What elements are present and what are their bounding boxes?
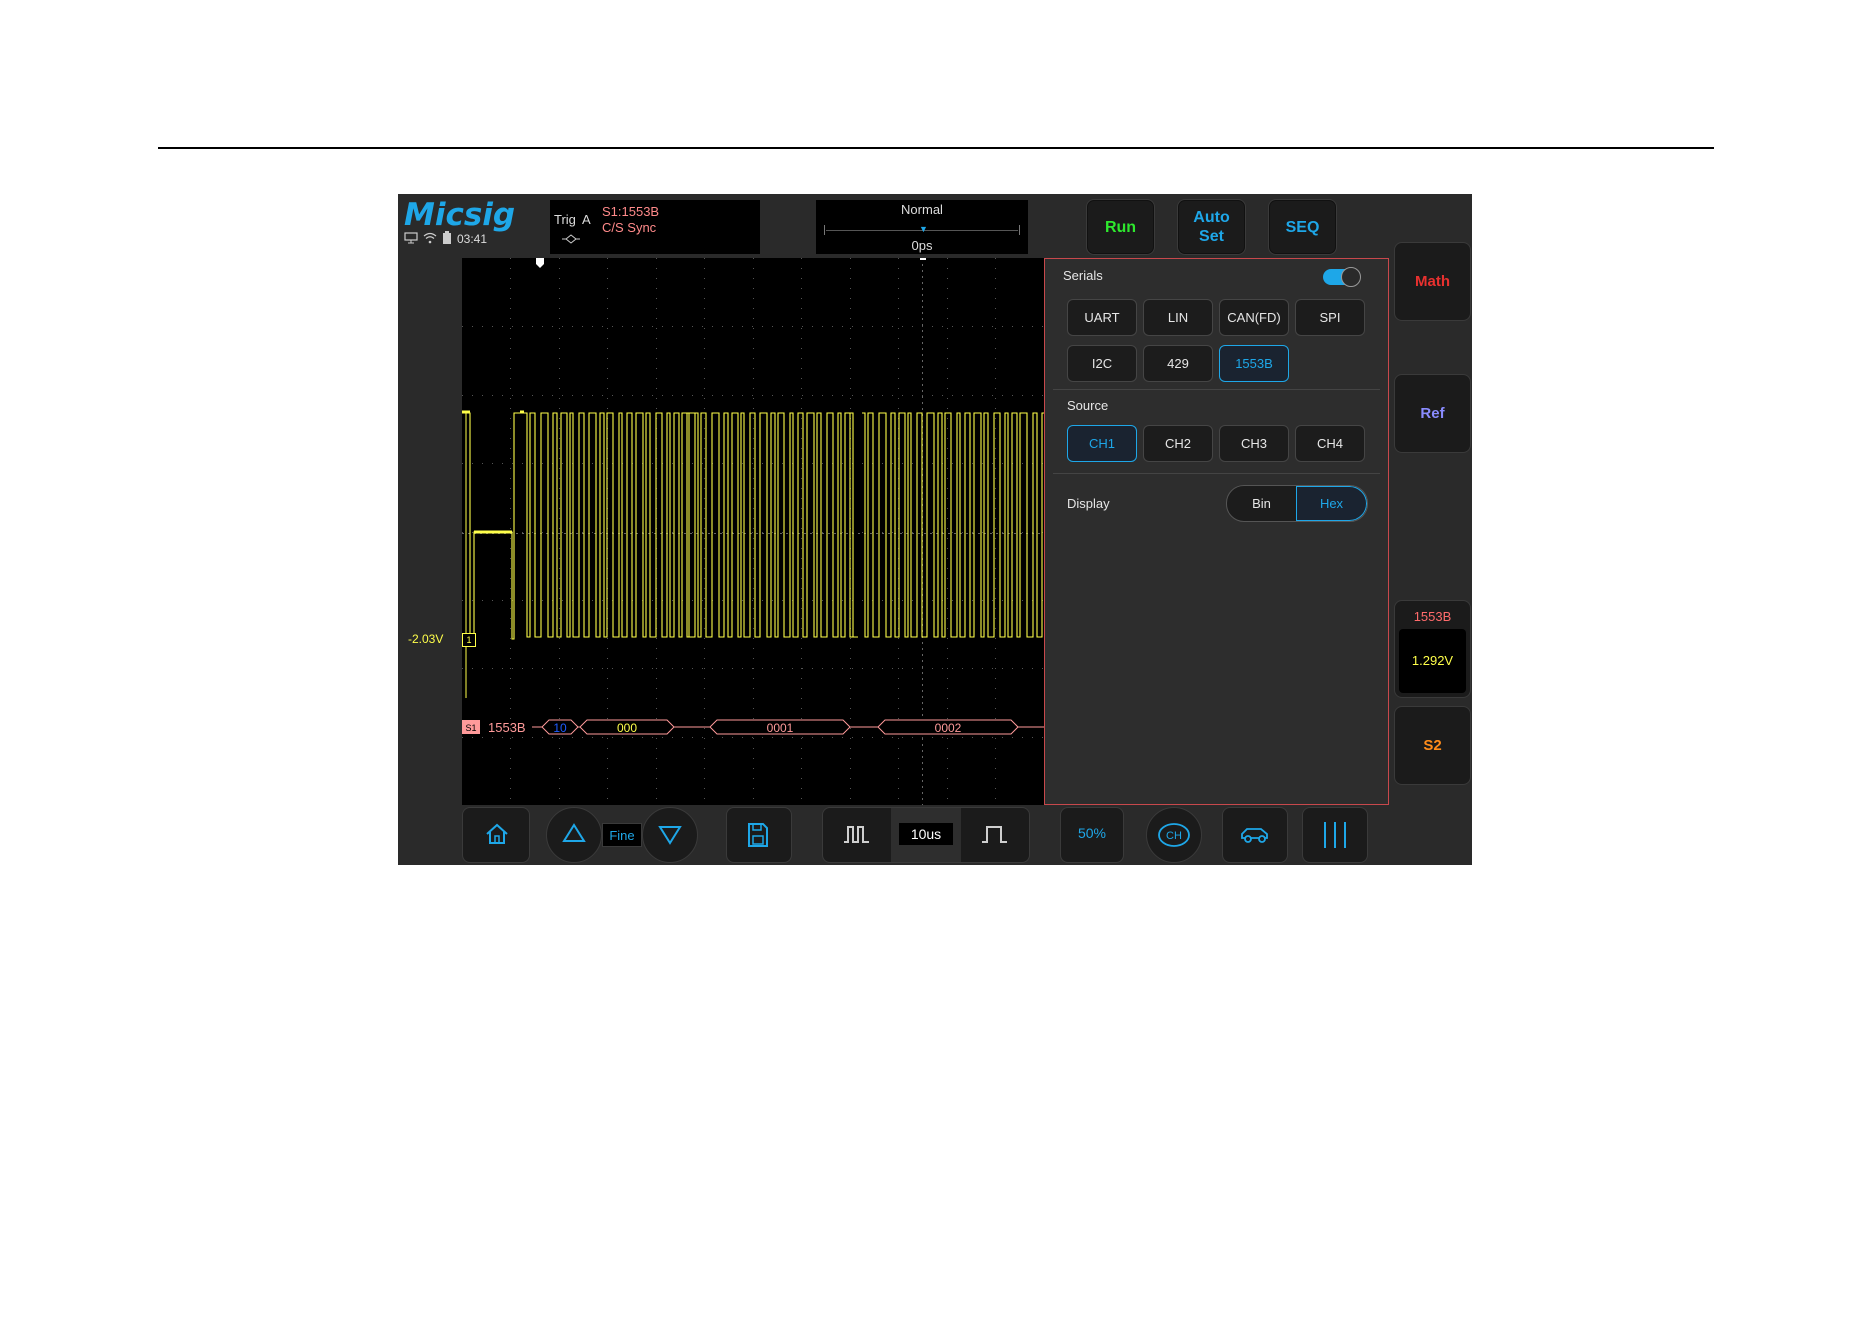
channel-level-label: -2.03V [408, 632, 444, 646]
protocol-1553b-button[interactable]: 1553B [1219, 345, 1289, 382]
timeline-right-bound [1017, 225, 1020, 235]
wifi-icon [423, 232, 437, 246]
timebase-control: 10us [822, 807, 1030, 863]
display-format-toggle[interactable]: Bin Hex [1226, 485, 1368, 522]
decode-frame-label: 000 [617, 721, 637, 735]
waveform-grid: S1 1553B 10 000 0001 0002 [462, 258, 1044, 805]
save-icon [747, 822, 769, 854]
display-hex-option[interactable]: Hex [1296, 486, 1367, 521]
car-icon [1239, 824, 1271, 850]
fine-toggle[interactable]: Fine [602, 823, 642, 847]
display-bin-option[interactable]: Bin [1227, 486, 1296, 521]
triangle-up-icon [562, 823, 586, 842]
horizontal-offset: 0ps [911, 238, 933, 253]
ch1-level-marker[interactable]: 1 [462, 633, 476, 647]
monitor-icon [404, 232, 418, 246]
status-bar: 03:41 [404, 230, 487, 248]
decode-value-box: 1.292V [1399, 629, 1466, 693]
decode-frame-label: 0001 [767, 721, 794, 735]
ref-button[interactable]: Ref [1394, 374, 1471, 453]
triangle-down-icon [658, 826, 682, 845]
trigger-channel: A [582, 212, 591, 227]
ch1-waveform [462, 412, 1044, 642]
decode-channel-label: 1553B [1413, 609, 1452, 624]
math-button[interactable]: Math [1394, 242, 1471, 321]
probe-button[interactable] [1222, 807, 1288, 863]
protocol-i2c-button[interactable]: I2C [1067, 345, 1137, 382]
source-ch4-button[interactable]: CH4 [1295, 425, 1365, 462]
serial-decode-panel: Serials UART LIN CAN(FD) SPI I2C 429 155… [1044, 258, 1389, 805]
timebase-display: 10us [891, 808, 961, 862]
decode-frame-label: 10 [553, 721, 567, 735]
channel-button[interactable]: CH [1146, 807, 1202, 863]
decode-channel-box[interactable]: 1553B 1.292V [1394, 600, 1471, 698]
trigger-position-marker [536, 258, 544, 268]
channel-auto-icon: CH [1158, 823, 1190, 847]
battery-icon [442, 231, 452, 247]
decode-threshold-value: 1.292V [1411, 653, 1454, 668]
seq-button[interactable]: SEQ [1268, 199, 1337, 255]
trigger-mode: C/S Sync [602, 220, 657, 235]
trigger-edge-icon [562, 232, 580, 248]
waveform-plot[interactable]: S1 1553B 10 000 0001 0002 [462, 258, 1044, 805]
decode-protocol-label: 1553B [488, 720, 526, 735]
divider [1053, 389, 1380, 390]
fifty-percent-button[interactable]: 50% [1060, 807, 1124, 863]
trigger-source: S1:1553B [602, 204, 660, 219]
autoset-button[interactable]: Auto Set [1177, 199, 1246, 255]
timeline-marker-icon: ▼ [919, 224, 928, 234]
clock-time: 03:41 [457, 232, 488, 246]
home-icon [484, 822, 510, 852]
autoset-line2: Set [1199, 228, 1224, 245]
display-title: Display [1067, 496, 1110, 511]
source-ch1-button[interactable]: CH1 [1067, 425, 1137, 462]
serials-toggle[interactable] [1323, 267, 1361, 287]
autoset-line1: Auto [1193, 209, 1230, 226]
toggle-knob [1341, 267, 1361, 287]
acquisition-status[interactable]: Normal ▼ 0ps [816, 200, 1028, 254]
protocol-uart-button[interactable]: UART [1067, 299, 1137, 336]
timebase-value: 10us [899, 823, 953, 845]
run-button[interactable]: Run [1086, 199, 1155, 255]
vertical-control: Fine [546, 807, 698, 863]
scale-down-button[interactable] [642, 807, 698, 863]
oscilloscope-screen: Micsig 03:41 Trig A S1:1553B C/S Sync No… [398, 194, 1472, 865]
protocol-can-button[interactable]: CAN(FD) [1219, 299, 1289, 336]
source-ch2-button[interactable]: CH2 [1143, 425, 1213, 462]
protocol-429-button[interactable]: 429 [1143, 345, 1213, 382]
fifty-percent-label: 50% [1077, 825, 1107, 841]
svg-text:CH: CH [1166, 830, 1182, 842]
page-divider [158, 147, 1714, 149]
trigger-label: Trig [554, 212, 576, 227]
timebase-increase-button[interactable] [961, 808, 1029, 862]
timebase-decrease-button[interactable] [823, 808, 891, 862]
serials-title: Serials [1063, 268, 1103, 283]
pulse-wide-icon [982, 826, 1007, 843]
protocol-lin-button[interactable]: LIN [1143, 299, 1213, 336]
trigger-info[interactable]: Trig A S1:1553B C/S Sync [550, 200, 760, 254]
micsig-logo: Micsig [404, 197, 516, 233]
scale-up-button[interactable] [546, 807, 602, 863]
protocol-spi-button[interactable]: SPI [1295, 299, 1365, 336]
cursor-lines-icon [1321, 820, 1349, 856]
pulse-narrow-icon [844, 826, 869, 843]
s2-button[interactable]: S2 [1394, 706, 1471, 785]
divider [1053, 473, 1380, 474]
decode-bus-badge-text: S1 [465, 723, 476, 733]
source-title: Source [1067, 398, 1109, 413]
cursor-button[interactable] [1302, 807, 1368, 863]
decode-frame-label: 0002 [935, 721, 962, 735]
acquisition-mode: Normal [901, 202, 943, 217]
timeline-left-bound [824, 225, 827, 235]
save-button[interactable] [726, 807, 792, 863]
home-button[interactable] [462, 807, 530, 863]
source-ch3-button[interactable]: CH3 [1219, 425, 1289, 462]
